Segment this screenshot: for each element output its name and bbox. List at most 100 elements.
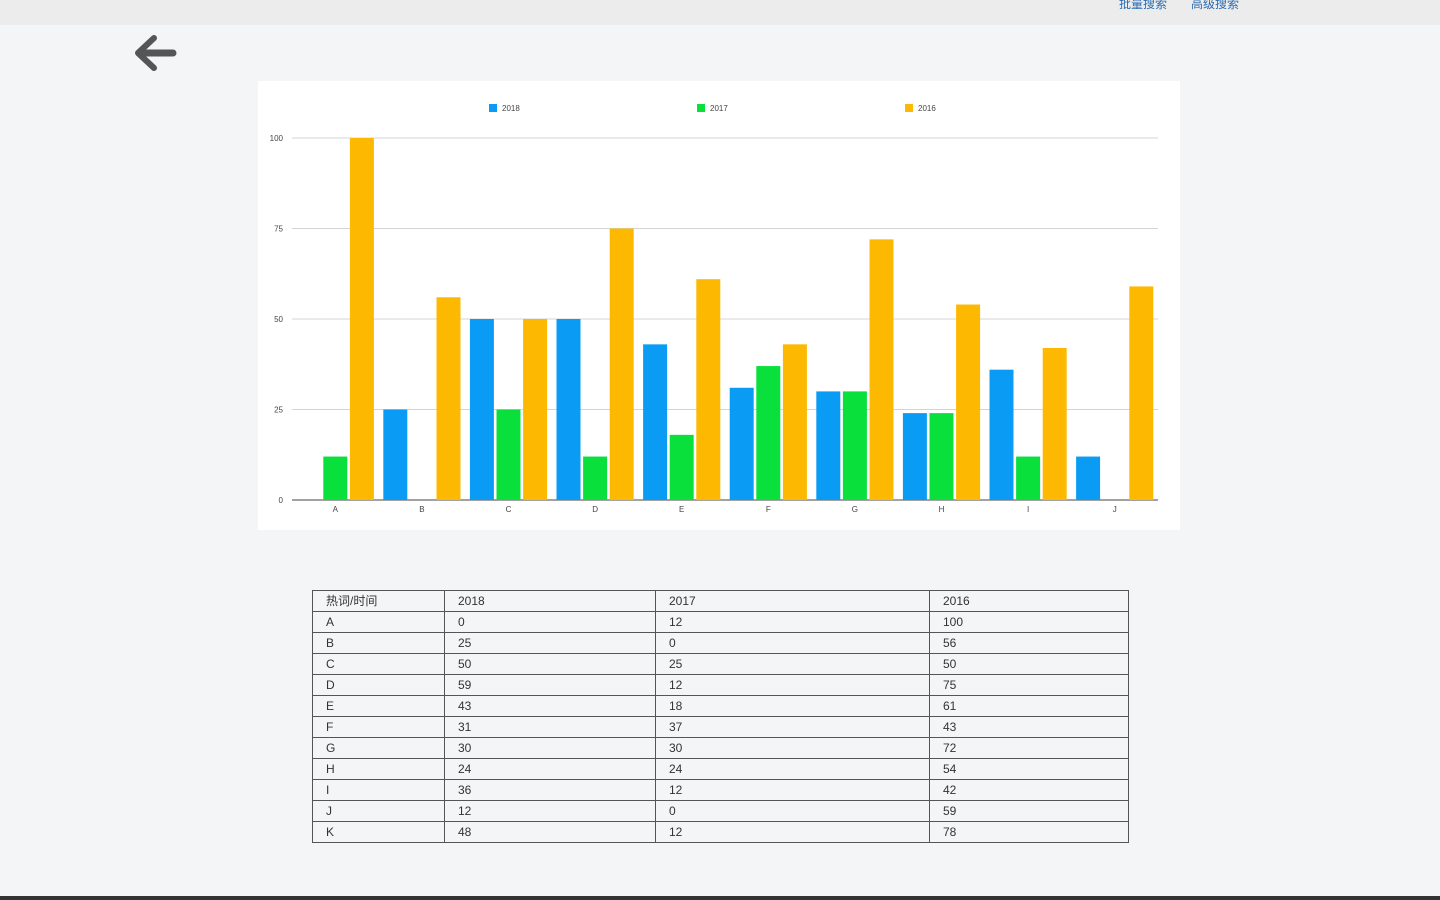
table-cell: 30 — [444, 737, 656, 759]
legend-label: 2017 — [710, 104, 728, 113]
bottom-border — [0, 896, 1440, 900]
table-header-cell: 2018 — [444, 590, 656, 612]
table-row: B 25 0 56 — [312, 632, 1129, 654]
x-tick-label: G — [852, 505, 858, 514]
chart-canvas: 0 25 50 75 100 A B C D E F G H I J 2018 2017 2016 — [270, 104, 1158, 514]
table-cell: 50 — [929, 653, 1129, 675]
table-cell: I — [312, 779, 445, 801]
advanced-search-link[interactable]: 高级搜索 — [1191, 0, 1239, 11]
table-cell: 12 — [655, 779, 930, 801]
bar-2017-C — [496, 409, 521, 500]
table-cell: 24 — [655, 758, 930, 780]
table-cell: B — [312, 632, 445, 654]
table-cell: 43 — [929, 716, 1129, 738]
table-header-row: 热词/时间 2018 2017 2016 — [312, 590, 1129, 612]
y-tick-label: 0 — [279, 496, 284, 505]
bar-2017-F — [756, 366, 781, 500]
bar-2017-E — [669, 434, 694, 500]
bar-2017-G — [842, 391, 867, 500]
bar-2016-F — [782, 344, 807, 500]
top-bar: 批量搜索 高级搜索 — [0, 0, 1440, 25]
legend-swatch — [905, 104, 913, 112]
bar-2018-H — [902, 413, 927, 500]
table-cell: G — [312, 737, 445, 759]
table-cell: 59 — [444, 674, 656, 696]
data-table: 热词/时间 2018 2017 2016 A 0 12 100 B 25 0 56 C 50 25 5… — [312, 590, 1129, 843]
table-cell: 36 — [444, 779, 656, 801]
legend-swatch — [489, 104, 497, 112]
x-tick-label: D — [592, 505, 598, 514]
table-row: F 31 37 43 — [312, 716, 1129, 738]
table-header-cell: 2017 — [655, 590, 930, 612]
table-cell: 75 — [929, 674, 1129, 696]
table-cell: 0 — [444, 611, 656, 633]
table-cell: 12 — [655, 674, 930, 696]
table-cell: 0 — [655, 632, 930, 654]
table-cell: K — [312, 821, 445, 843]
x-tick-label: J — [1113, 505, 1117, 514]
table-cell: 37 — [655, 716, 930, 738]
bar-2016-B — [436, 297, 461, 500]
table-row: H 24 24 54 — [312, 758, 1129, 780]
x-tick-label: B — [419, 505, 424, 514]
table-cell: 0 — [655, 800, 930, 822]
table-cell: 72 — [929, 737, 1129, 759]
bar-2018-B — [383, 409, 408, 500]
table-body: A 0 12 100 B 25 0 56 C 50 25 50 D 59 12 75 E 43 18 61 F 31 37 4… — [312, 611, 1129, 843]
table-row: K 48 12 78 — [312, 821, 1129, 843]
bar-2018-D — [556, 319, 581, 500]
table-cell: E — [312, 695, 445, 717]
bar-2016-C — [523, 319, 548, 500]
y-tick-label: 50 — [274, 315, 283, 324]
legend-label: 2016 — [918, 104, 936, 113]
table-cell: D — [312, 674, 445, 696]
table-row: E 43 18 61 — [312, 695, 1129, 717]
bar-2017-I — [1016, 456, 1041, 500]
table-cell: 12 — [444, 800, 656, 822]
table-cell: 30 — [655, 737, 930, 759]
table-cell: 12 — [655, 821, 930, 843]
bar-2016-J — [1129, 286, 1154, 500]
table-cell: J — [312, 800, 445, 822]
table-cell: 48 — [444, 821, 656, 843]
bar-2016-D — [609, 228, 634, 500]
table-cell: 42 — [929, 779, 1129, 801]
bar-2018-I — [989, 369, 1014, 500]
bar-2018-E — [643, 344, 668, 500]
table-cell: 25 — [655, 653, 930, 675]
x-tick-label: C — [506, 505, 512, 514]
x-tick-label: I — [1027, 505, 1029, 514]
table-cell: 50 — [444, 653, 656, 675]
x-tick-label: E — [679, 505, 684, 514]
table-header-cell: 热词/时间 — [312, 590, 445, 612]
x-tick-label: F — [766, 505, 771, 514]
table-cell: 56 — [929, 632, 1129, 654]
x-tick-label: H — [939, 505, 945, 514]
bar-2017-H — [929, 413, 954, 500]
y-tick-label: 75 — [274, 225, 283, 234]
y-tick-label: 25 — [274, 406, 283, 415]
bar-2017-D — [583, 456, 608, 500]
table-cell: H — [312, 758, 445, 780]
table-row: I 36 12 42 — [312, 779, 1129, 801]
table-row: J 12 0 59 — [312, 800, 1129, 822]
x-tick-label: A — [333, 505, 339, 514]
batch-search-link[interactable]: 批量搜索 — [1119, 0, 1167, 11]
bar-2016-I — [1042, 347, 1067, 500]
bar-2016-E — [696, 279, 721, 500]
table-cell: 24 — [444, 758, 656, 780]
table-cell: 12 — [655, 611, 930, 633]
legend-swatch — [697, 104, 705, 112]
table-cell: 78 — [929, 821, 1129, 843]
table-cell: A — [312, 611, 445, 633]
table-cell: 100 — [929, 611, 1129, 633]
bar-chart: 0 25 50 75 100 A B C D E F G H I J 2018 2017 2016 — [258, 81, 1180, 530]
y-tick-label: 100 — [270, 134, 284, 143]
bar-2018-F — [729, 387, 754, 500]
back-button[interactable] — [134, 34, 178, 74]
table-cell: 18 — [655, 695, 930, 717]
table-row: D 59 12 75 — [312, 674, 1129, 696]
bar-2018-J — [1076, 456, 1101, 500]
table-row: C 50 25 50 — [312, 653, 1129, 675]
arrow-left-icon — [135, 35, 177, 71]
